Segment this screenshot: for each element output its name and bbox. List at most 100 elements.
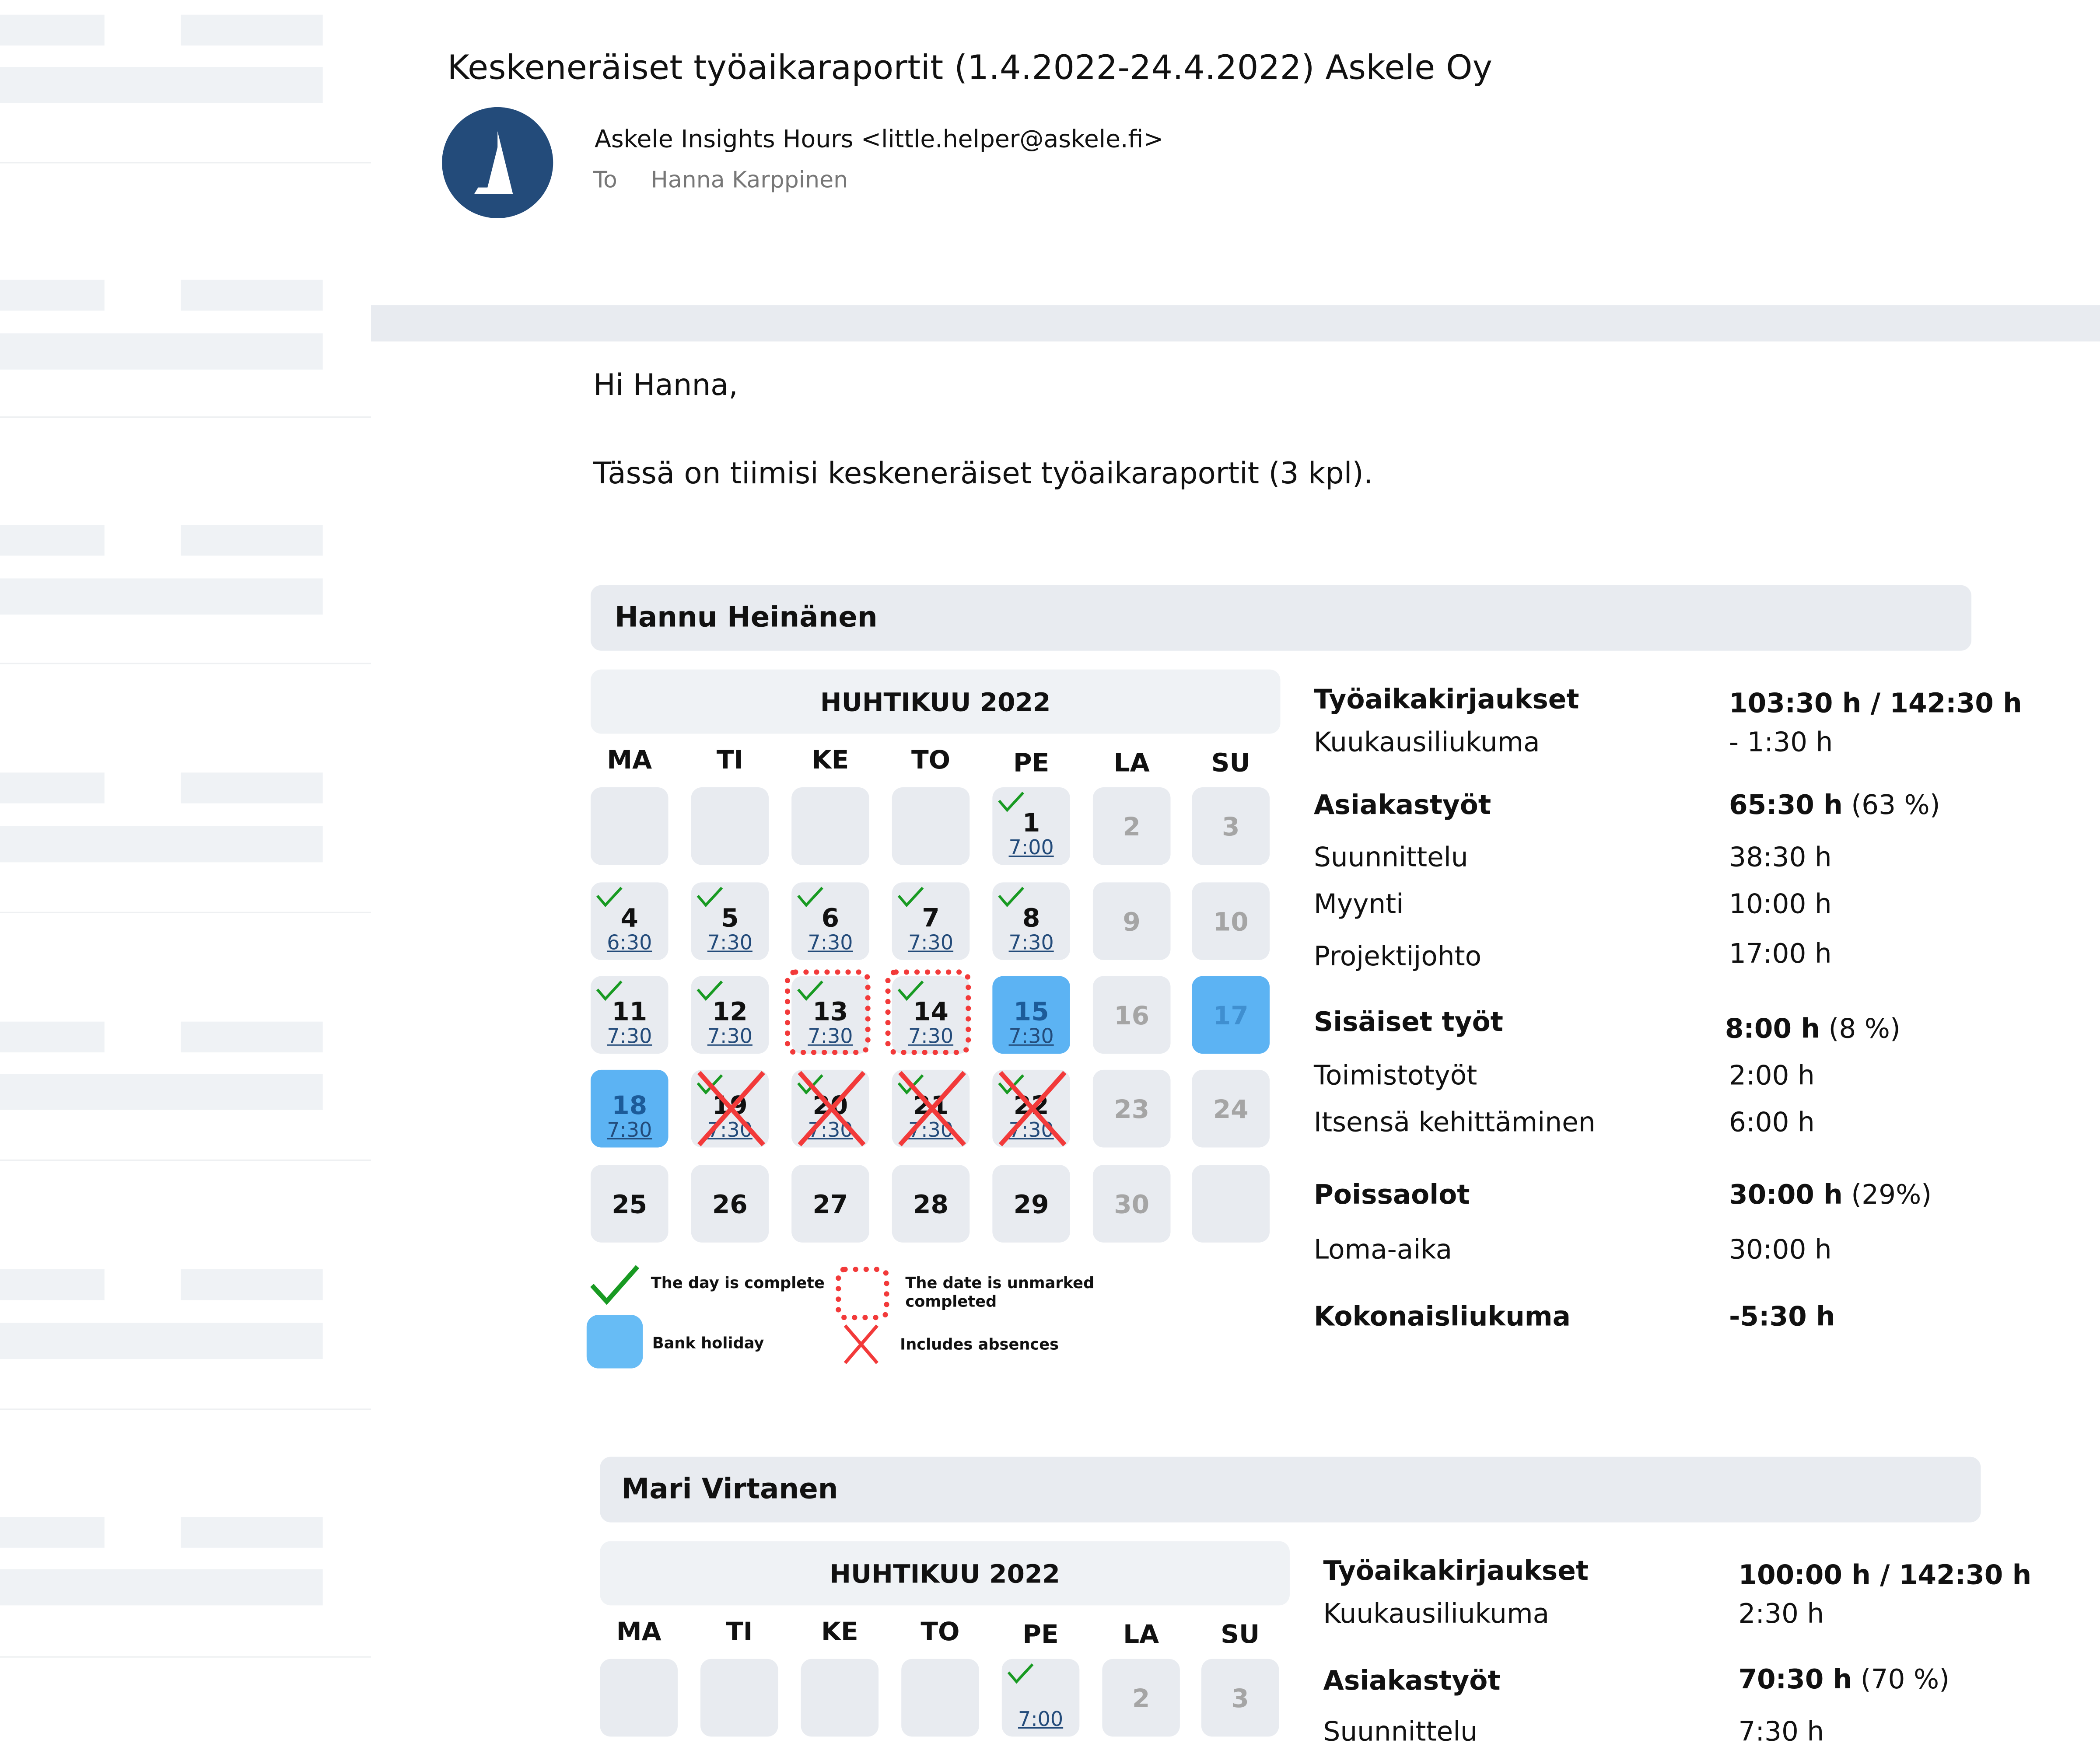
calendar-day-28[interactable]: 28 — [892, 1165, 970, 1243]
calendar-day-3[interactable]: 3 — [1201, 1659, 1279, 1737]
calendar-day-14[interactable]: 14 7:30 — [885, 969, 971, 1055]
stat-value-item: 7:30 h — [1738, 1715, 1824, 1747]
placeholder-bar — [181, 1021, 323, 1053]
day-number: 10 — [1213, 908, 1249, 937]
stat-value-item: 10:00 h — [1729, 887, 1832, 920]
day-number: 9 — [1123, 908, 1141, 937]
calendar-day-5[interactable]: 5 7:30 — [691, 882, 769, 960]
calendar-day-empty[interactable]: 7:00 — [1001, 1659, 1080, 1737]
day-hours-link[interactable]: 7:30 — [691, 1024, 769, 1048]
calendar-day-2[interactable]: 2 — [1102, 1659, 1180, 1737]
day-hours-link[interactable]: 7:00 — [1002, 1707, 1080, 1731]
calendar-day-1[interactable]: 1 7:00 — [992, 787, 1070, 865]
calendar-month: HUHTIKUU 2022 — [820, 688, 1051, 718]
weekday-label: PE — [1013, 748, 1050, 778]
absence-cross-icon — [697, 1071, 765, 1146]
day-hours-link[interactable]: 7:30 — [892, 931, 970, 955]
day-number: 27 — [812, 1190, 848, 1220]
cross-icon — [844, 1324, 878, 1364]
placeholder-bar — [0, 826, 323, 863]
placeholder-bar — [181, 14, 323, 46]
calendar-day-empty — [901, 1659, 979, 1737]
calendar-day-2[interactable]: 2 — [1092, 787, 1171, 865]
calendar-day-3[interactable]: 3 — [1192, 787, 1270, 865]
placeholder-bar — [0, 1569, 323, 1606]
stat-label-item: Suunnittelu — [1314, 841, 1468, 873]
weekday-label: TO — [920, 1617, 960, 1647]
recipient-name[interactable]: Hanna Karppinen — [651, 168, 848, 194]
calendar-day-15[interactable]: 15 7:30 — [992, 976, 1070, 1054]
legend-complete-label: The day is complete — [651, 1273, 825, 1292]
calendar-day-21[interactable]: 217:30 — [892, 1069, 970, 1148]
day-number: 16 — [1114, 1001, 1150, 1031]
placeholder-bar — [0, 279, 105, 311]
person-header: Mari Virtanen — [600, 1457, 1981, 1523]
day-number: 5 — [721, 904, 739, 933]
calendar-day-19[interactable]: 197:30 — [691, 1069, 769, 1148]
stat-label-poissaolot: Poissaolot — [1314, 1178, 1470, 1211]
day-hours-link[interactable]: 6:30 — [591, 931, 668, 955]
calendar-day-18[interactable]: 18 7:30 — [590, 1069, 668, 1148]
calendar-day-24[interactable]: 24 — [1192, 1069, 1270, 1148]
calendar-day-11[interactable]: 11 7:30 — [590, 976, 668, 1054]
calendar-day-9[interactable]: 9 — [1092, 882, 1171, 960]
recipient-label: To — [593, 167, 617, 194]
stat-hours: 30:00 h — [1729, 1178, 1843, 1211]
day-hours-link[interactable]: 7:30 — [791, 931, 869, 955]
calendar-day-17[interactable]: 17 — [1192, 976, 1270, 1054]
day-hours-link[interactable]: 7:30 — [992, 1024, 1070, 1048]
stat-value-item: 38:30 h — [1729, 841, 1832, 873]
day-hours-link[interactable]: 7:00 — [992, 835, 1070, 859]
calendar-day-26[interactable]: 26 — [691, 1165, 769, 1243]
day-hours-link[interactable]: 7:30 — [791, 1024, 869, 1048]
calendar-day-16[interactable]: 16 — [1092, 976, 1171, 1054]
stat-value-asiakastyot: 65:30 h (63 %) — [1729, 789, 1940, 821]
calendar-day-22[interactable]: 227:30 — [992, 1069, 1070, 1148]
calendar-day-12[interactable]: 12 7:30 — [691, 976, 769, 1054]
intro-text: Tässä on tiimisi keskeneräiset työaikara… — [593, 458, 1373, 492]
day-number: 25 — [612, 1190, 648, 1220]
askele-logo-icon — [474, 131, 513, 194]
calendar-day-empty — [691, 787, 769, 865]
calendar-day-8[interactable]: 8 7:30 — [992, 882, 1070, 960]
day-hours-link[interactable]: 7:30 — [591, 1118, 668, 1142]
calendar-day-20[interactable]: 207:30 — [791, 1069, 869, 1148]
calendar-day-4[interactable]: 4 6:30 — [590, 882, 668, 960]
absence-cross-icon — [798, 1071, 866, 1146]
weekday-label: KE — [821, 1617, 858, 1647]
sender-address[interactable]: Askele Insights Hours <little.helper@ask… — [595, 126, 1163, 154]
calendar-day-empty — [1192, 1165, 1270, 1243]
calendar-day-30[interactable]: 30 — [1092, 1165, 1171, 1243]
day-number: 17 — [1213, 1001, 1249, 1031]
calendar-day-29[interactable]: 29 — [992, 1165, 1070, 1243]
day-hours-link[interactable]: 7:30 — [892, 1024, 970, 1048]
stat-percent: (8 %) — [1828, 1012, 1900, 1044]
stat-label-kokonaisliukuma: Kokonaisliukuma — [1314, 1300, 1571, 1332]
calendar-day-10[interactable]: 10 — [1192, 882, 1270, 960]
divider — [0, 1408, 371, 1410]
weekday-label: KE — [812, 746, 849, 775]
placeholder-bar — [181, 772, 323, 803]
calendar-day-7[interactable]: 7 7:30 — [892, 882, 970, 960]
stat-label-asiakastyot: Asiakastyöt — [1323, 1664, 1501, 1697]
calendar-day-25[interactable]: 25 — [590, 1165, 668, 1243]
email-body-header-bar — [371, 305, 2100, 342]
stat-value-sisaiset: 8:00 h (8 %) — [1725, 1012, 1900, 1044]
person-header: Hannu Heinänen — [590, 585, 1972, 651]
email-subject: Keskeneräiset työaikaraportit (1.4.2022-… — [447, 48, 1493, 87]
calendar-day-empty — [590, 787, 668, 865]
day-hours-link[interactable]: 7:30 — [992, 931, 1070, 955]
stat-value-kuukausiliukuma: 2:30 h — [1738, 1597, 1824, 1630]
placeholder-bar — [181, 1269, 323, 1300]
placeholder-bar — [181, 279, 323, 311]
calendar-day-27[interactable]: 27 — [791, 1165, 869, 1243]
day-hours-link[interactable]: 7:30 — [591, 1024, 668, 1048]
weekday-label: SU — [1211, 748, 1250, 778]
stat-value-asiakastyot: 70:30 h (70 %) — [1738, 1663, 1950, 1695]
day-number: 18 — [612, 1091, 648, 1121]
day-hours-link[interactable]: 7:30 — [691, 931, 769, 955]
calendar-day-23[interactable]: 23 — [1092, 1069, 1171, 1148]
calendar-day-6[interactable]: 6 7:30 — [791, 882, 869, 960]
calendar-day-13[interactable]: 13 7:30 — [784, 969, 871, 1055]
email-view: Keskeneräiset työaikaraportit (1.4.2022-… — [0, 0, 2100, 1750]
